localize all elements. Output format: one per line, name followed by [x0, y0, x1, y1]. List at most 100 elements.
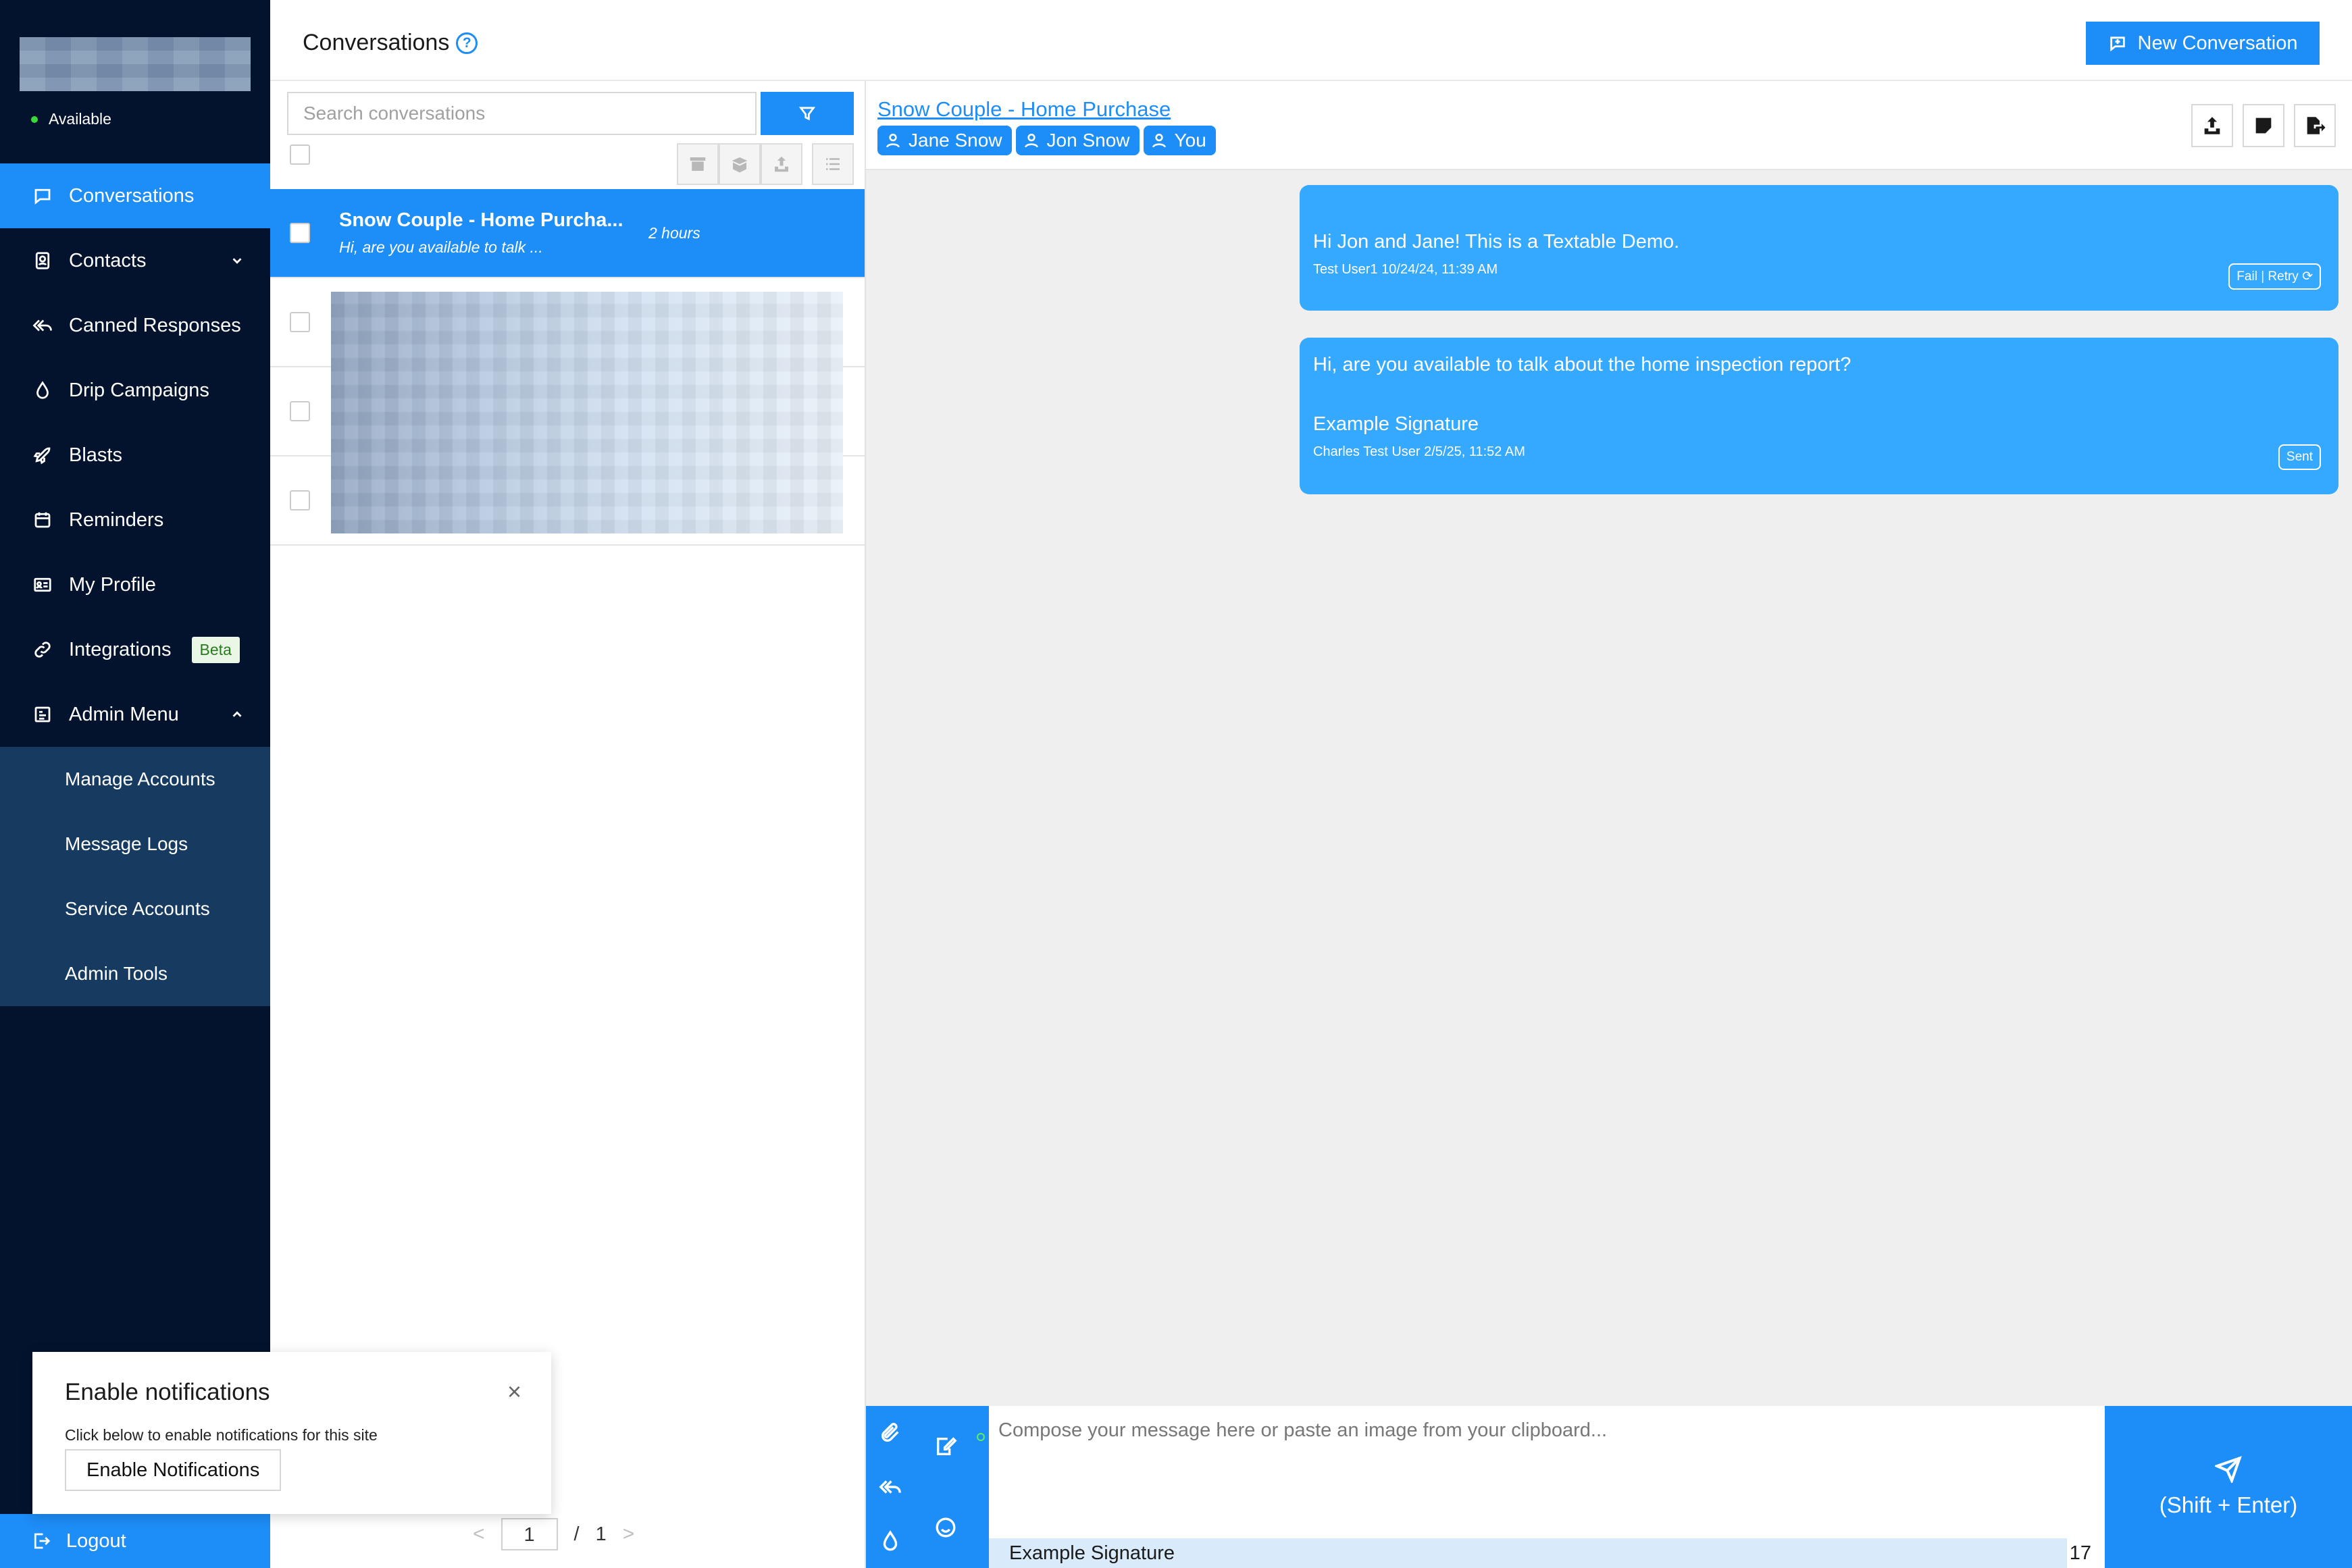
conversation-snippet: Hi, are you available to talk ...	[339, 238, 543, 256]
select-all-checkbox[interactable]	[290, 145, 310, 165]
close-conversation-button[interactable]	[2294, 104, 2336, 147]
status-dot-icon	[977, 1433, 985, 1441]
nav-reminders[interactable]: Reminders	[0, 488, 270, 552]
file-export-icon	[2307, 117, 2326, 134]
enable-notifications-button[interactable]: Enable Notifications	[65, 1449, 282, 1491]
nav-admin-menu[interactable]: Admin Menu	[0, 682, 270, 747]
export-chat-button[interactable]	[2191, 104, 2233, 147]
archive-icon	[690, 157, 706, 171]
close-icon[interactable]: ×	[507, 1378, 521, 1406]
message-signature: Example Signature	[1313, 413, 1479, 435]
nav-canned-responses[interactable]: Canned Responses	[0, 293, 270, 358]
admin-submenu: Manage Accounts Message Logs Service Acc…	[0, 747, 270, 1006]
id-card-icon	[31, 573, 54, 596]
participant-chip[interactable]: Jane Snow	[877, 126, 1012, 155]
template-button[interactable]	[932, 1433, 959, 1460]
nav-label: Contacts	[69, 249, 147, 271]
list-icon	[826, 158, 840, 170]
sent-status-badge: Sent	[2278, 444, 2321, 470]
filter-button[interactable]	[761, 92, 854, 135]
archive-button[interactable]	[677, 143, 719, 185]
participant-chips: Jane Snow Jon Snow You	[877, 126, 1216, 155]
smiley-icon	[936, 1517, 956, 1538]
nav-label: Canned Responses	[69, 314, 241, 336]
composer-toolbar	[866, 1406, 989, 1568]
drop-icon	[31, 379, 54, 402]
participant-chip[interactable]: Jon Snow	[1015, 126, 1140, 155]
filter-icon	[798, 107, 816, 121]
chat-header: Snow Couple - Home Purchase Jane Snow Jo…	[866, 81, 2352, 170]
new-conversation-label: New Conversation	[2137, 32, 2298, 54]
message-thread: Hi Jon and Jane! This is a Textable Demo…	[866, 170, 2352, 1406]
new-conversation-button[interactable]: New Conversation	[2086, 22, 2320, 65]
top-bar: Conversations ? New Conversation	[270, 0, 2352, 81]
row-checkbox[interactable]	[290, 490, 310, 511]
nav-label: My Profile	[69, 573, 156, 596]
nav-label: Blasts	[69, 444, 122, 466]
canned-response-button[interactable]	[877, 1473, 904, 1500]
status-label: Available	[49, 110, 111, 128]
next-page-button[interactable]: >	[623, 1523, 635, 1546]
export-button[interactable]	[761, 143, 802, 185]
notes-button[interactable]	[2243, 104, 2284, 147]
participant-name: Jon Snow	[1046, 130, 1130, 151]
attach-button[interactable]	[877, 1419, 904, 1446]
conversation-title: Snow Couple - Home Purcha...	[339, 209, 623, 231]
logout-button[interactable]: Logout	[0, 1514, 270, 1568]
character-count: 17	[2069, 1542, 2091, 1564]
drip-campaign-button[interactable]	[877, 1527, 904, 1554]
participant-name: You	[1174, 130, 1206, 151]
unarchive-button[interactable]	[719, 143, 761, 185]
nav-drip-campaigns[interactable]: Drip Campaigns	[0, 358, 270, 423]
drop-icon	[883, 1530, 898, 1551]
chat-actions	[2191, 104, 2336, 147]
search-input[interactable]	[287, 92, 757, 135]
upload-icon	[775, 156, 788, 172]
reply-all-icon	[879, 1480, 901, 1494]
help-icon[interactable]: ?	[456, 32, 478, 54]
admin-icon	[31, 703, 54, 726]
prev-page-button[interactable]: <	[473, 1523, 485, 1546]
signature-bar: Example Signature	[989, 1538, 2067, 1568]
nav-conversations[interactable]: Conversations	[0, 163, 270, 228]
status-dot-icon	[31, 115, 38, 123]
user-icon	[886, 134, 900, 148]
sub-item-message-logs[interactable]: Message Logs	[0, 812, 270, 877]
nav-label: Admin Menu	[69, 703, 179, 725]
row-checkbox[interactable]	[290, 401, 310, 421]
chevron-up-icon	[230, 705, 245, 720]
page-title: Conversations ?	[303, 30, 478, 56]
sub-item-admin-tools[interactable]: Admin Tools	[0, 941, 270, 1006]
pagination: < 1 / 1 >	[473, 1518, 634, 1550]
row-checkbox[interactable]	[290, 223, 310, 243]
message-bubble: Hi, are you available to talk about the …	[1300, 338, 2338, 494]
nav-contacts[interactable]: Contacts	[0, 228, 270, 293]
participant-name: Jane Snow	[909, 130, 1002, 151]
sticky-note-icon	[2255, 117, 2272, 134]
conversation-row[interactable]: Snow Couple - Home Purcha... Hi, are you…	[270, 189, 865, 278]
message-composer[interactable]: Compose your message here or paste an im…	[989, 1406, 2105, 1568]
sub-item-service-accounts[interactable]: Service Accounts	[0, 877, 270, 941]
sub-item-manage-accounts[interactable]: Manage Accounts	[0, 747, 270, 812]
list-view-button[interactable]	[812, 143, 854, 185]
page-number-input[interactable]: 1	[501, 1518, 558, 1550]
retry-button[interactable]: Fail | Retry ⟳	[2228, 263, 2321, 290]
chat-plus-icon	[2110, 36, 2125, 52]
nav-integrations[interactable]: Integrations Beta	[0, 617, 270, 682]
compose-placeholder[interactable]: Compose your message here or paste an im…	[998, 1419, 1607, 1442]
message-meta: Test User1 10/24/24, 11:39 AM	[1313, 262, 1498, 277]
row-checkbox[interactable]	[290, 312, 310, 332]
page-total: 1	[595, 1523, 607, 1545]
page-separator: /	[573, 1523, 580, 1545]
nav-my-profile[interactable]: My Profile	[0, 552, 270, 617]
participant-chip[interactable]: You	[1143, 126, 1216, 155]
conversation-title-link[interactable]: Snow Couple - Home Purchase	[877, 97, 1171, 122]
nav-blasts[interactable]: Blasts	[0, 423, 270, 488]
sidebar: Available Conversations Contacts Canned …	[0, 0, 270, 1568]
emoji-button[interactable]	[932, 1514, 959, 1541]
availability-status[interactable]: Available	[31, 110, 111, 128]
send-button[interactable]: (Shift + Enter)	[2105, 1406, 2352, 1568]
message-text: Hi, are you available to talk about the …	[1313, 354, 1851, 375]
edit-note-icon	[936, 1437, 957, 1456]
link-icon	[31, 638, 54, 661]
